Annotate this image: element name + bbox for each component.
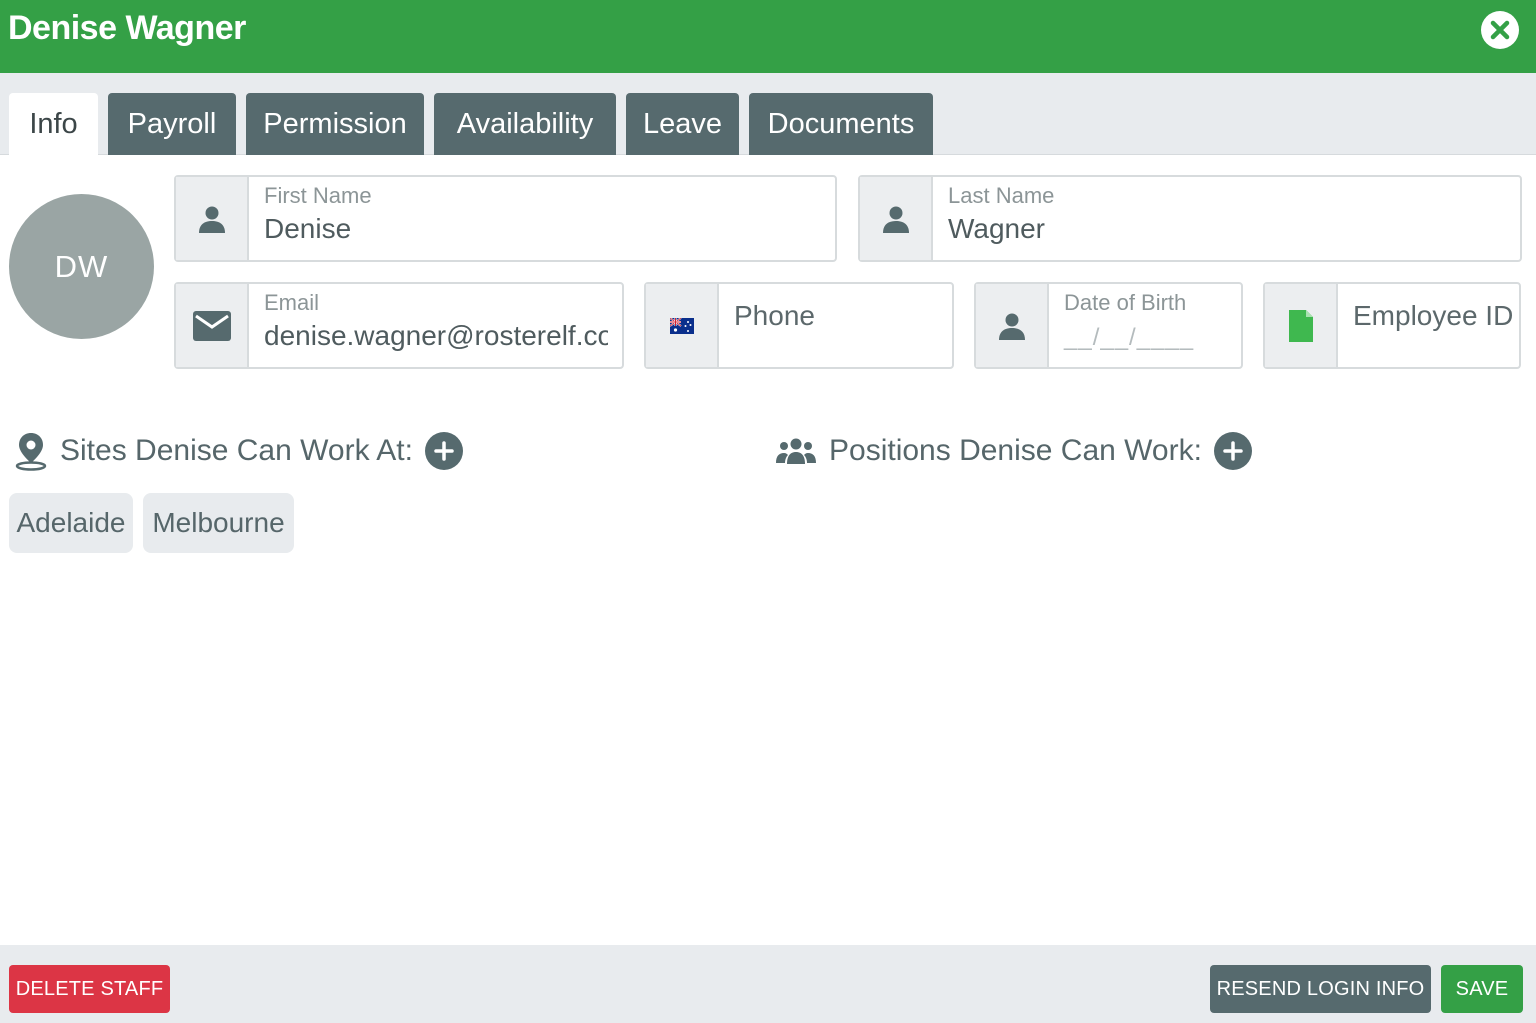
first-name-field[interactable]: First Name Denise: [174, 175, 837, 262]
csv-file-icon: [1265, 284, 1338, 367]
first-name-label: First Name: [264, 183, 372, 208]
modal-footer: DELETE STAFF RESEND LOGIN INFO SAVE: [0, 945, 1536, 1023]
positions-heading: Positions Denise Can Work:: [775, 430, 1252, 472]
site-chip-melbourne[interactable]: Melbourne: [143, 493, 294, 553]
date-of-birth-label: Date of Birth: [1064, 290, 1187, 315]
sites-heading: Sites Denise Can Work At:: [14, 430, 463, 472]
save-button[interactable]: SAVE: [1441, 965, 1523, 1013]
envelope-icon: [176, 284, 249, 367]
email-input[interactable]: denise.wagner@rosterelf.com: [264, 320, 608, 352]
users-group-icon: [775, 437, 817, 465]
map-marker-icon: [14, 431, 48, 471]
modal-header: Denise Wagner: [0, 0, 1536, 73]
last-name-field[interactable]: Last Name Wagner: [858, 175, 1522, 262]
tab-permission[interactable]: Permission: [246, 93, 424, 155]
employee-id-field[interactable]: Employee ID: [1263, 282, 1521, 369]
delete-staff-button[interactable]: DELETE STAFF: [9, 965, 170, 1013]
resend-login-info-button[interactable]: RESEND LOGIN INFO: [1210, 965, 1431, 1013]
email-field[interactable]: Email denise.wagner@rosterelf.com: [174, 282, 624, 369]
date-of-birth-field[interactable]: Date of Birth __/__/____: [974, 282, 1243, 369]
modal-title: Denise Wagner: [8, 9, 246, 47]
tab-availability[interactable]: Availability: [434, 93, 616, 155]
sites-heading-label: Sites Denise Can Work At:: [60, 434, 413, 467]
positions-heading-label: Positions Denise Can Work:: [829, 434, 1202, 467]
tab-payroll[interactable]: Payroll: [108, 93, 236, 155]
tab-info[interactable]: Info: [9, 93, 98, 155]
site-chip-adelaide[interactable]: Adelaide: [9, 493, 133, 553]
last-name-input[interactable]: Wagner: [948, 213, 1508, 245]
add-site-button[interactable]: [424, 432, 463, 470]
phone-field[interactable]: Phone: [644, 282, 954, 369]
add-position-button[interactable]: [1213, 432, 1252, 470]
employee-id-input[interactable]: Employee ID: [1353, 300, 1513, 332]
tab-bar: Info Payroll Permission Availability Lea…: [0, 73, 1536, 155]
person-icon: [860, 177, 933, 260]
australia-flag-icon[interactable]: [646, 284, 719, 367]
person-icon: [976, 284, 1049, 367]
first-name-input[interactable]: Denise: [264, 213, 824, 245]
person-icon: [176, 177, 249, 260]
avatar[interactable]: DW: [9, 194, 154, 339]
tab-documents[interactable]: Documents: [749, 93, 933, 155]
date-of-birth-input[interactable]: __/__/____: [1064, 324, 1194, 352]
last-name-label: Last Name: [948, 183, 1055, 208]
close-icon[interactable]: [1481, 11, 1519, 49]
tab-leave[interactable]: Leave: [626, 93, 739, 155]
phone-input[interactable]: Phone: [734, 300, 815, 332]
email-label: Email: [264, 290, 320, 315]
